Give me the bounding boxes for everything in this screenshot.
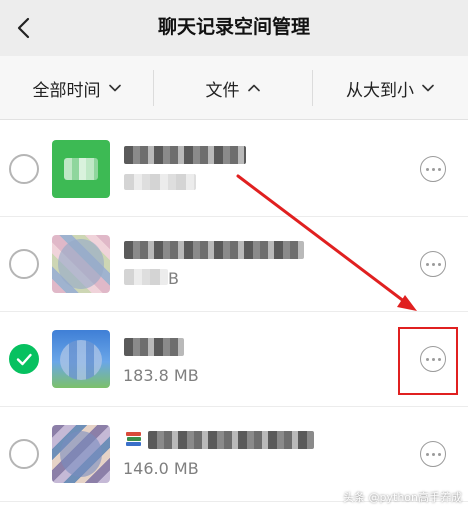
chevron-down-icon [108, 84, 121, 92]
filter-type-dropdown[interactable]: 文件 [153, 56, 312, 120]
filter-sort-label: 从大到小 [346, 80, 414, 101]
more-options-icon[interactable] [420, 441, 446, 467]
file-thumbnail [52, 140, 110, 198]
file-name-obscured [124, 146, 246, 164]
page-title: 聊天记录空间管理 [157, 16, 310, 38]
more-options-icon[interactable] [420, 156, 446, 182]
filter-sort-dropdown[interactable]: 从大到小 [312, 56, 468, 120]
filter-bar: 全部时间 文件 从大到小 [0, 56, 468, 120]
file-size: B [168, 269, 179, 288]
filter-type-label: 文件 [205, 80, 240, 101]
books-emoji-icon [124, 429, 144, 449]
more-options-icon[interactable] [420, 251, 446, 277]
file-list-item[interactable]: B [0, 217, 468, 312]
annotation-highlight-box [398, 327, 458, 395]
file-thumbnail [52, 330, 110, 388]
file-size: 183.8 MB [123, 366, 199, 385]
select-radio[interactable] [9, 249, 39, 279]
file-list-item[interactable] [0, 122, 468, 217]
file-list-item[interactable]: 146.0 MB [0, 407, 468, 502]
select-radio[interactable] [9, 344, 39, 374]
file-name-obscured [148, 431, 314, 449]
top-bar: 聊天记录空间管理 [0, 0, 468, 56]
filter-time-dropdown[interactable]: 全部时间 [0, 56, 153, 120]
file-meta-obscured [124, 269, 168, 285]
file-size: 146.0 MB [123, 459, 199, 478]
checkmark-icon [16, 353, 32, 366]
filter-time-label: 全部时间 [32, 80, 101, 101]
select-radio[interactable] [9, 439, 39, 469]
select-radio[interactable] [9, 154, 39, 184]
chevron-down-icon [422, 84, 434, 92]
file-thumbnail [52, 425, 110, 483]
file-thumbnail [52, 235, 110, 293]
file-meta-obscured [124, 174, 196, 190]
chevron-up-icon [247, 84, 260, 92]
watermark: 头条 @python高手养成 [343, 491, 462, 504]
file-name-obscured [124, 241, 304, 259]
file-name-obscured [124, 338, 184, 356]
